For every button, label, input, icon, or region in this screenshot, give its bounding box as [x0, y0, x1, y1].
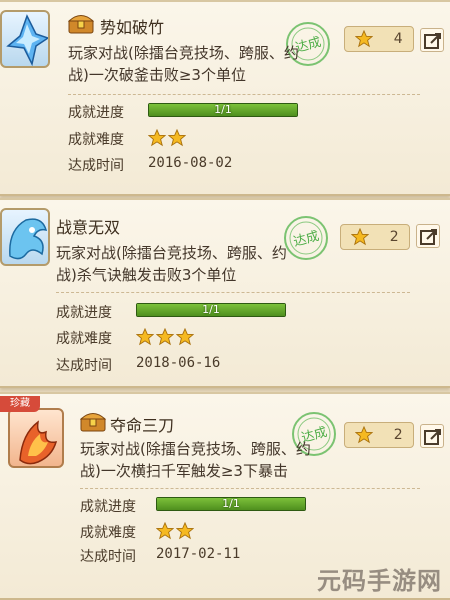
- divider: [80, 488, 420, 489]
- treasure-chest-icon: [68, 15, 94, 34]
- progress-label: 成就进度: [68, 105, 124, 121]
- description-line-1: 玩家对战(除擂台竞技场、跨服、约: [80, 440, 311, 458]
- share-icon: [424, 429, 441, 445]
- achievement-card-2: 战意无双 达成 2 玩家对战(除擂台竞技场、跨服、约 战)杀气诀触发击败3个单位…: [0, 198, 450, 388]
- star-icon: [355, 426, 374, 444]
- achievement-points: 2: [344, 422, 414, 448]
- star-icon: [175, 521, 195, 544]
- achievement-description: 玩家对战(除擂台竞技场、跨服、约 战)一次横扫千军触发≥3下暴击: [80, 438, 350, 482]
- difficulty-label: 成就难度: [80, 525, 136, 541]
- achievement-title: 战意无双: [56, 218, 121, 237]
- time-label: 达成时间: [80, 549, 136, 565]
- share-button[interactable]: [420, 424, 444, 448]
- description-line-2: 战)一次破釜击败≥3个单位: [68, 66, 246, 84]
- difficulty-stars: [135, 327, 195, 350]
- achievement-points: 4: [344, 26, 414, 52]
- difficulty-stars: [147, 128, 187, 151]
- description-line-2: 战)一次横扫千军触发≥3下暴击: [80, 462, 288, 480]
- time-value: 2016-08-02: [148, 155, 233, 171]
- star-icon: [355, 30, 374, 48]
- time-value: 2018-06-16: [136, 355, 221, 371]
- star-icon: [155, 327, 175, 350]
- star-icon: [147, 128, 167, 151]
- progress-label: 成就进度: [80, 499, 136, 515]
- ice-dragon-icon: [0, 208, 50, 266]
- achievement-description: 玩家对战(除擂台竞技场、跨服、约 战)一次破釜击败≥3个单位: [68, 42, 338, 86]
- achievement-description: 玩家对战(除擂台竞技场、跨服、约 战)杀气诀触发击败3个单位: [56, 242, 326, 286]
- description-line-1: 玩家对战(除擂台竞技场、跨服、约: [68, 44, 299, 62]
- points-value: 2: [393, 427, 403, 443]
- time-label: 达成时间: [56, 358, 112, 374]
- share-icon: [424, 33, 441, 49]
- progress-text: 1/1: [222, 497, 240, 510]
- description-line-2: 战)杀气诀触发击败3个单位: [56, 266, 237, 284]
- progress-bar: 1/1: [136, 303, 286, 317]
- achievement-card-1: 势如破竹 达成 4 玩家对战(除擂台竞技场、跨服、约 战)一次破釜击败≥3个单位…: [0, 0, 450, 196]
- treasure-chest-icon: [80, 413, 106, 432]
- description-line-1: 玩家对战(除擂台竞技场、跨服、约: [56, 244, 287, 262]
- collection-badge: 珍藏: [0, 396, 40, 412]
- points-value: 4: [393, 31, 403, 47]
- watermark: 元码手游网: [317, 567, 442, 595]
- progress-bar: 1/1: [156, 497, 306, 511]
- star-icon: [175, 327, 195, 350]
- time-label: 达成时间: [68, 158, 124, 174]
- ice-crystal-icon: [0, 10, 50, 68]
- star-icon: [351, 228, 370, 246]
- progress-text: 1/1: [202, 303, 220, 316]
- progress-text: 1/1: [214, 103, 232, 116]
- share-button[interactable]: [420, 28, 444, 52]
- difficulty-stars: [155, 521, 195, 544]
- achievement-title: 势如破竹: [100, 18, 165, 37]
- progress-label: 成就进度: [56, 305, 112, 321]
- divider: [56, 292, 410, 293]
- time-value: 2017-02-11: [156, 546, 241, 562]
- achievement-title: 夺命三刀: [110, 416, 175, 435]
- fire-blade-icon: [8, 408, 64, 468]
- star-icon: [167, 128, 187, 151]
- progress-bar: 1/1: [148, 103, 298, 117]
- achievement-points: 2: [340, 224, 410, 250]
- difficulty-label: 成就难度: [56, 331, 112, 347]
- star-icon: [135, 327, 155, 350]
- difficulty-label: 成就难度: [68, 132, 124, 148]
- share-button[interactable]: [416, 224, 440, 248]
- share-icon: [420, 229, 437, 245]
- star-icon: [155, 521, 175, 544]
- points-value: 2: [389, 229, 399, 245]
- divider: [68, 94, 420, 95]
